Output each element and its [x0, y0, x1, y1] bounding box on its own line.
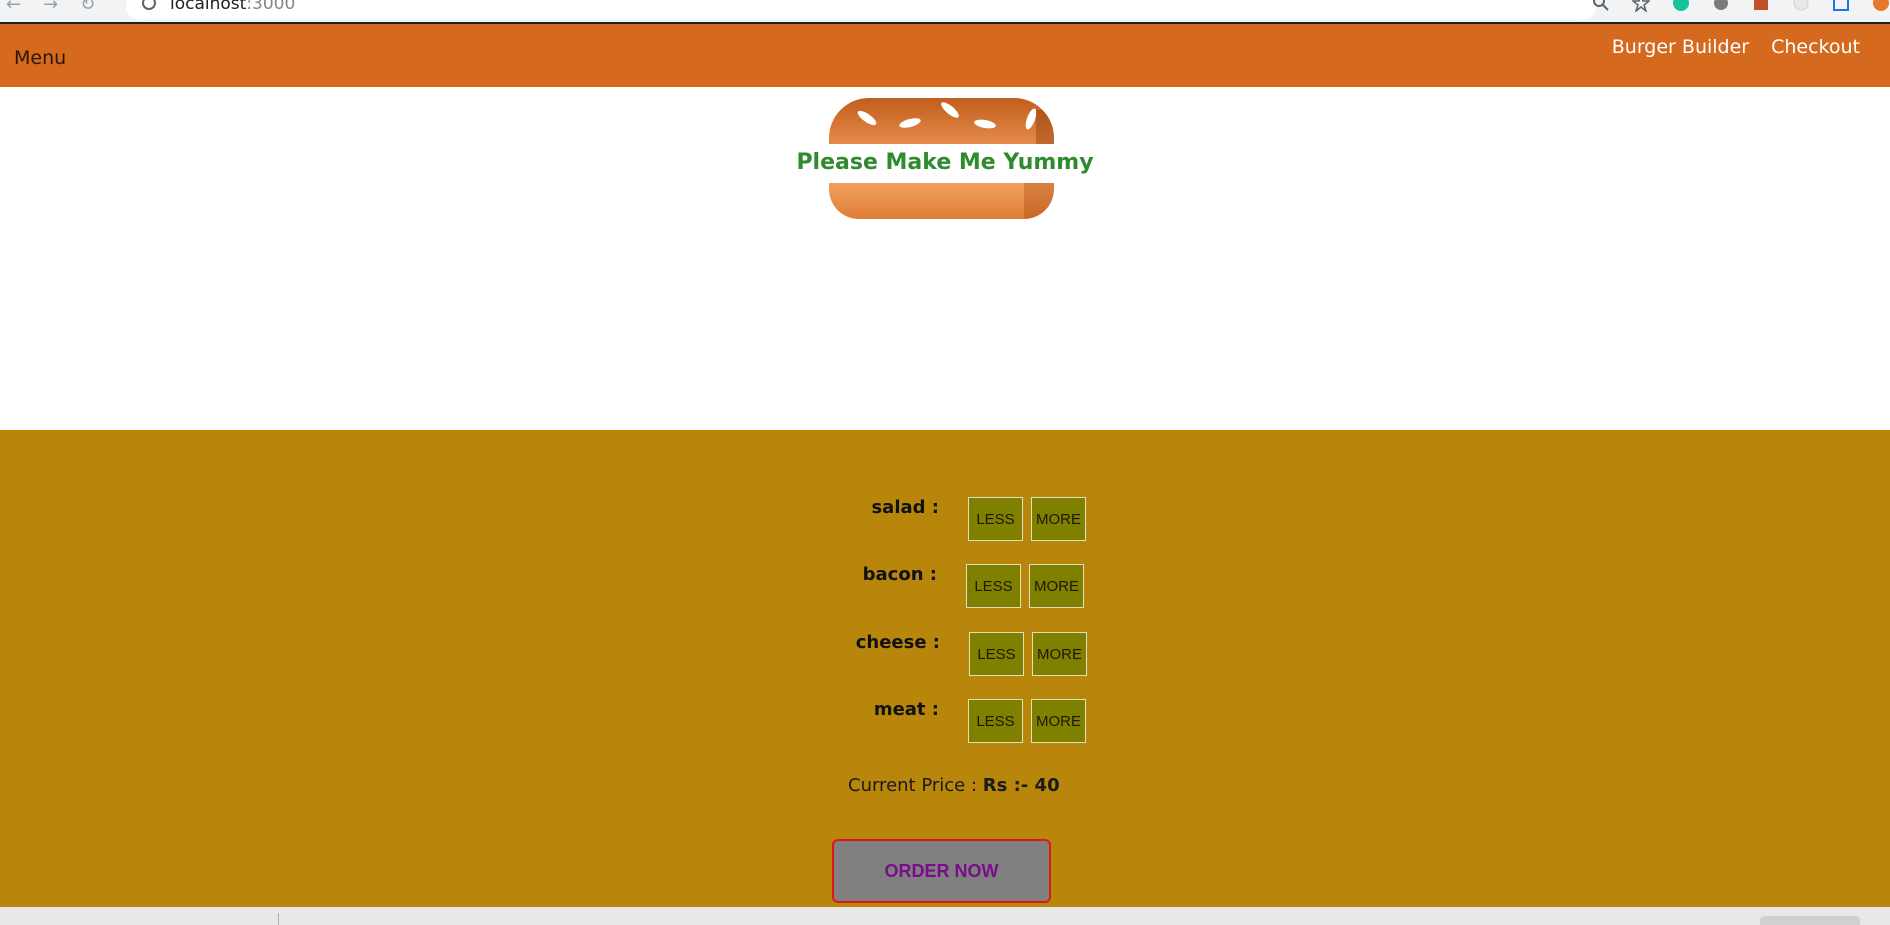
more-bacon-button[interactable]: MORE [1029, 564, 1084, 608]
menu-toggle[interactable]: Menu [14, 47, 66, 69]
nav-link-checkout[interactable]: Checkout [1771, 36, 1860, 58]
sesame-seed [855, 108, 879, 128]
burger-preview: Please Make Me Yummy [0, 87, 1890, 430]
status-bar [0, 907, 1890, 925]
less-bacon-button[interactable]: LESS [966, 564, 1021, 608]
scrollbar[interactable] [1760, 916, 1860, 925]
extension-icon[interactable] [1792, 0, 1810, 12]
extension-icon[interactable] [1752, 0, 1770, 12]
burger-empty-message: Please Make Me Yummy [796, 150, 1094, 175]
less-cheese-button[interactable]: LESS [969, 632, 1024, 676]
bread-top [829, 98, 1054, 144]
price-label: Current Price : [848, 775, 978, 796]
more-meat-button[interactable]: MORE [1031, 699, 1086, 743]
build-controls: salad : LESS MORE bacon : LESS MORE chee… [0, 430, 1890, 907]
ingredient-label: bacon : [862, 564, 937, 585]
address-bar[interactable] [126, 0, 1596, 20]
less-meat-button[interactable]: LESS [968, 699, 1023, 743]
sesame-seed [939, 99, 961, 121]
reload-icon[interactable]: ↻ [80, 0, 95, 14]
browser-tools [1570, 0, 1890, 12]
less-salad-button[interactable]: LESS [968, 497, 1023, 541]
back-arrow-icon[interactable]: ← [6, 0, 21, 14]
divider [278, 913, 279, 925]
price-value: Rs :- 40 [982, 775, 1060, 796]
control-row-bacon: bacon : LESS MORE [837, 564, 1084, 608]
ingredient-label: cheese : [855, 632, 940, 653]
search-icon[interactable] [1592, 0, 1610, 12]
control-row-salad: salad : LESS MORE [839, 497, 1086, 541]
bread-bottom [829, 183, 1054, 219]
navigation-items: Burger Builder Checkout [1612, 36, 1860, 58]
control-row-cheese: cheese : LESS MORE [840, 632, 1087, 676]
avatar-icon[interactable] [1872, 0, 1890, 12]
browser-nav: ← → ↻ [6, 0, 95, 14]
extension-icon[interactable] [1832, 0, 1850, 12]
more-cheese-button[interactable]: MORE [1032, 632, 1087, 676]
forward-arrow-icon[interactable]: → [43, 0, 58, 14]
control-row-meat: meat : LESS MORE [839, 699, 1086, 743]
current-price: Current Price : Rs :- 40 [848, 775, 1060, 796]
url-text[interactable]: localhost:3000 [170, 0, 295, 14]
grammarly-icon[interactable] [1672, 0, 1690, 12]
ingredient-label: meat : [873, 699, 939, 720]
sesame-seed [1023, 107, 1039, 131]
nav-link-burger-builder[interactable]: Burger Builder [1612, 36, 1749, 58]
more-salad-button[interactable]: MORE [1031, 497, 1086, 541]
extension-icon[interactable] [1712, 0, 1730, 12]
ingredient-label: salad : [871, 497, 939, 518]
star-icon[interactable] [1632, 0, 1650, 12]
sesame-seed [898, 116, 922, 130]
order-now-button[interactable]: ORDER NOW [832, 839, 1051, 903]
app-toolbar: Menu Burger Builder Checkout [0, 24, 1890, 87]
sesame-seed [973, 118, 997, 130]
browser-chrome: ← → ↻ localhost:3000 [0, 0, 1890, 24]
